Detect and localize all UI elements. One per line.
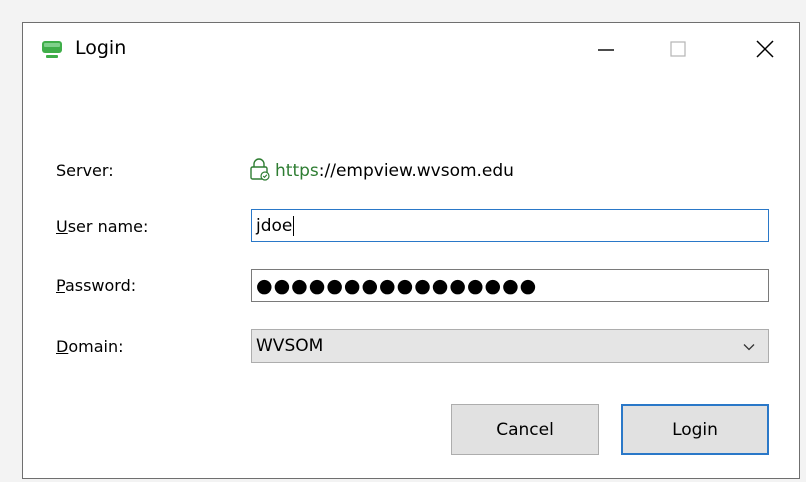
username-value: jdoe: [256, 215, 293, 236]
login-dialog: Login Server: https://empview.wvsom.edu…: [22, 22, 800, 479]
server-scheme: https: [275, 161, 319, 181]
domain-selected-value: WVSOM: [256, 336, 324, 356]
lock-icon: [249, 157, 271, 186]
chevron-down-icon: [742, 339, 756, 359]
minimize-icon: [596, 39, 616, 63]
minimize-button[interactable]: [576, 23, 636, 79]
login-button[interactable]: Login: [621, 404, 769, 455]
username-label: User name:: [56, 217, 149, 236]
server-label: Server:: [56, 161, 114, 180]
server-host: ://empview.wvsom.edu: [318, 161, 514, 181]
monitor-icon: [40, 38, 64, 62]
cancel-button-label: Cancel: [496, 419, 554, 440]
cancel-button[interactable]: Cancel: [451, 404, 599, 455]
domain-label: Domain:: [56, 337, 124, 356]
login-button-label: Login: [672, 419, 718, 440]
password-input[interactable]: ●●●●●●●●●●●●●●●●: [251, 269, 769, 302]
domain-select[interactable]: WVSOM: [251, 329, 769, 363]
text-caret: [293, 215, 295, 236]
close-icon: [755, 39, 775, 63]
password-masked-value: ●●●●●●●●●●●●●●●●: [256, 274, 538, 297]
server-url: https://empview.wvsom.edu: [249, 157, 514, 186]
close-button[interactable]: [735, 23, 795, 79]
username-input[interactable]: jdoe: [251, 209, 769, 242]
window-title: Login: [75, 37, 127, 59]
password-label: Password:: [56, 276, 137, 295]
maximize-button[interactable]: [648, 23, 708, 79]
maximize-icon: [668, 39, 688, 63]
title-bar[interactable]: Login: [23, 23, 799, 79]
